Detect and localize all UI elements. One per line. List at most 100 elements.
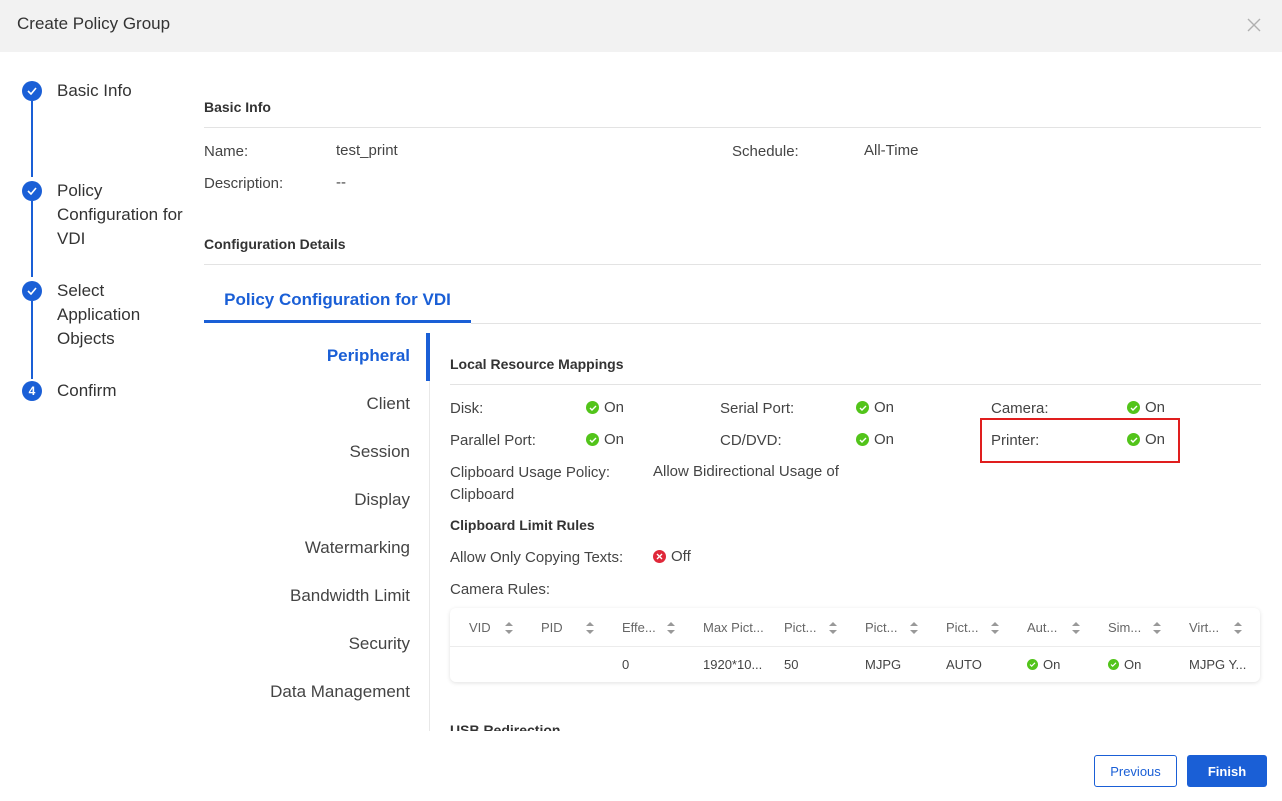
step-connector <box>31 201 33 277</box>
check-circle-icon <box>586 433 599 446</box>
sort-icon[interactable] <box>1071 620 1081 636</box>
finish-button[interactable]: Finish <box>1187 755 1267 787</box>
basic-info-title: Basic Info <box>204 99 271 115</box>
step-connector <box>31 101 33 177</box>
configuration-details-title: Configuration Details <box>204 236 346 252</box>
sidenav-session[interactable]: Session <box>350 442 410 462</box>
step-label: Basic Info <box>57 81 132 100</box>
camera-rules-label: Camera Rules: <box>450 581 551 598</box>
table-header[interactable]: Aut... <box>1027 620 1057 635</box>
table-header[interactable]: Virt... <box>1189 620 1219 635</box>
tab-active-indicator <box>204 320 471 323</box>
table-cell: 1920*10... <box>703 657 763 672</box>
cd-dvd-label: CD/DVD: <box>720 432 782 449</box>
table-cell: MJPG <box>865 657 902 672</box>
camera-rules-table: VID PID Effe... Max Pict... Pict... Pict… <box>450 608 1260 682</box>
check-circle-icon <box>1027 659 1038 670</box>
sidenav-peripheral[interactable]: Peripheral <box>327 346 410 366</box>
schedule-value: All-Time <box>864 142 919 159</box>
table-divider <box>450 646 1260 647</box>
table-header[interactable]: Effe... <box>622 620 656 635</box>
dialog-header: Create Policy Group <box>0 0 1282 52</box>
sort-icon[interactable] <box>666 620 676 636</box>
table-cell: 50 <box>784 657 799 672</box>
sidenav-active-indicator <box>426 333 430 381</box>
close-circle-icon <box>653 550 666 563</box>
status-text: On <box>604 399 625 416</box>
sidenav-watermarking[interactable]: Watermarking <box>305 538 410 558</box>
name-label: Name: <box>204 143 249 160</box>
sidenav-client[interactable]: Client <box>367 394 410 414</box>
step-connector <box>31 301 33 379</box>
sort-icon[interactable] <box>909 620 919 636</box>
sidenav-data-management[interactable]: Data Management <box>270 682 410 702</box>
sort-icon[interactable] <box>504 620 514 636</box>
divider <box>450 384 1261 385</box>
disk-label: Disk: <box>450 400 484 417</box>
status-text: On <box>1043 657 1061 672</box>
divider <box>204 127 1261 128</box>
status-text: On <box>604 431 625 448</box>
schedule-label: Schedule: <box>732 143 799 160</box>
serial-port-label: Serial Port: <box>720 400 795 417</box>
usb-redirection-title-partial: USB Redirection <box>450 722 561 731</box>
check-circle-icon <box>1108 659 1119 670</box>
check-circle-icon <box>856 401 869 414</box>
table-cell-status: On <box>1108 657 1141 672</box>
close-icon[interactable] <box>1240 11 1268 39</box>
clipboard-usage-value: Allow Bidirectional Usage of <box>653 463 839 480</box>
serial-port-status: On <box>856 399 894 416</box>
table-header[interactable]: Pict... <box>946 620 979 635</box>
camera-status: On <box>1127 399 1165 416</box>
status-text: Off <box>671 548 691 565</box>
status-text: On <box>874 399 895 416</box>
sort-icon[interactable] <box>990 620 1000 636</box>
local-resource-mappings-title: Local Resource Mappings <box>450 356 624 372</box>
clipboard-limit-rules-title: Clipboard Limit Rules <box>450 517 595 533</box>
check-icon <box>22 81 42 101</box>
tab-policy-configuration-vdi[interactable]: Policy Configuration for VDI <box>204 286 471 324</box>
step-label: Select Application Objects <box>57 281 141 348</box>
check-circle-icon <box>1127 401 1140 414</box>
sort-icon[interactable] <box>828 620 838 636</box>
status-text: On <box>1145 399 1166 416</box>
table-cell: MJPG Y... <box>1189 657 1247 672</box>
printer-highlight-box <box>980 418 1180 463</box>
dialog-title: Create Policy Group <box>17 14 171 33</box>
description-label: Description: <box>204 175 284 192</box>
cd-dvd-status: On <box>856 431 894 448</box>
previous-button[interactable]: Previous <box>1094 755 1177 787</box>
sort-icon[interactable] <box>585 620 595 636</box>
step-label: Policy Configuration for VDI <box>57 181 183 248</box>
check-circle-icon <box>586 401 599 414</box>
parallel-port-status: On <box>586 431 624 448</box>
sort-icon[interactable] <box>1152 620 1162 636</box>
status-text: On <box>874 431 895 448</box>
table-header[interactable]: PID <box>541 620 563 635</box>
sidenav-display[interactable]: Display <box>354 490 410 510</box>
name-value: test_print <box>336 142 398 159</box>
table-header[interactable]: VID <box>469 620 491 635</box>
allow-only-copying-texts-label: Allow Only Copying Texts: <box>450 549 624 566</box>
sidenav-bandwidth-limit[interactable]: Bandwidth Limit <box>290 586 410 606</box>
allow-only-copying-texts-status: Off <box>653 548 691 565</box>
description-value: -- <box>336 174 346 191</box>
sort-icon[interactable] <box>1233 620 1243 636</box>
disk-status: On <box>586 399 624 416</box>
parallel-port-label: Parallel Port: <box>450 432 536 449</box>
table-cell: AUTO <box>946 657 982 672</box>
check-icon <box>22 281 42 301</box>
sidenav-divider <box>429 381 430 731</box>
check-icon <box>22 181 42 201</box>
table-header[interactable]: Pict... <box>784 620 817 635</box>
divider <box>204 264 1261 265</box>
check-circle-icon <box>856 433 869 446</box>
step-number: 4 <box>22 381 42 401</box>
step-label: Confirm <box>57 381 117 400</box>
table-header[interactable]: Max Pict... <box>703 620 764 635</box>
sidenav-security[interactable]: Security <box>349 634 410 654</box>
table-header[interactable]: Pict... <box>865 620 898 635</box>
clipboard-usage-label: Clipboard Usage Policy: <box>450 464 611 481</box>
table-header[interactable]: Sim... <box>1108 620 1141 635</box>
camera-label: Camera: <box>991 400 1049 417</box>
